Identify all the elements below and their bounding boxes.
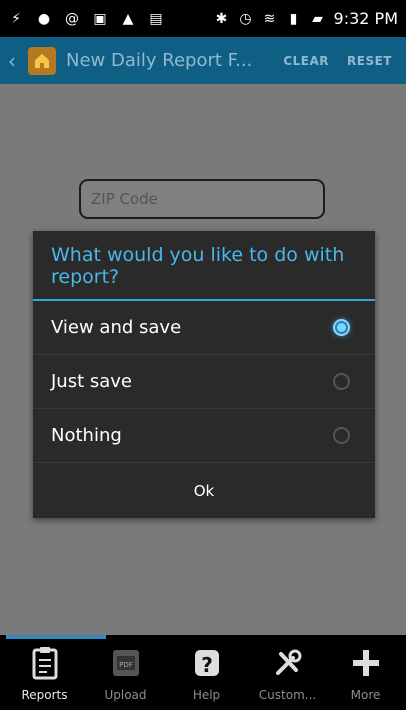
tab-label: Reports — [21, 688, 68, 702]
report-action-dialog: What would you like to do with report? V… — [33, 231, 375, 518]
tab-label: More — [350, 688, 381, 702]
tab-label: Help — [192, 688, 221, 702]
battery-icon: ▰ — [312, 10, 323, 27]
house-icon — [35, 53, 49, 68]
bottom-tab-bar: Reports PDF Upload ? Help Custom... More — [0, 635, 406, 710]
active-tab-indicator — [6, 635, 106, 639]
warning-icon: ▲ — [122, 10, 134, 27]
tools-icon — [271, 646, 305, 680]
ok-button[interactable]: Ok — [33, 463, 375, 518]
app-bar: ‹ New Daily Report F... CLEAR RESET — [0, 37, 406, 84]
usb-icon: ⚡ — [11, 10, 21, 27]
tab-upload[interactable]: PDF Upload — [85, 640, 166, 710]
svg-text:?: ? — [201, 653, 213, 677]
status-right: ✱ ◷ ≋ ▮ ▰ 9:32 PM — [214, 9, 398, 28]
option-nothing[interactable]: Nothing — [33, 409, 375, 463]
option-label: Just save — [51, 371, 133, 392]
option-just-save[interactable]: Just save — [33, 355, 375, 409]
at-icon: @ — [65, 10, 79, 27]
status-left: ⚡ ● @ ▣ ▲ ▤ — [8, 11, 164, 27]
tab-more[interactable]: More — [325, 640, 406, 710]
tab-label: Custom... — [258, 688, 317, 702]
screen-title: New Daily Report F... — [66, 50, 253, 71]
tab-reports[interactable]: Reports — [4, 640, 85, 710]
tab-help[interactable]: ? Help — [166, 640, 247, 710]
status-time: 9:32 PM — [333, 9, 398, 28]
plus-icon — [349, 646, 383, 680]
signal-icon: ▮ — [289, 10, 298, 27]
dialog-title: What would you like to do with report? — [51, 244, 345, 288]
option-label: Nothing — [51, 425, 122, 446]
radio-unselected-icon[interactable] — [333, 373, 350, 390]
back-chevron-icon[interactable]: ‹ — [8, 49, 20, 73]
bluetooth-icon: ✱ — [215, 10, 228, 27]
radio-selected-icon[interactable] — [333, 319, 350, 336]
alarm-icon: ◷ — [239, 10, 252, 27]
zip-code-input[interactable]: ZIP Code — [79, 179, 325, 219]
option-view-and-save[interactable]: View and save — [33, 301, 375, 355]
help-icon: ? — [190, 646, 224, 680]
radio-unselected-icon[interactable] — [333, 427, 350, 444]
clipboard-icon — [28, 646, 62, 680]
status-bar: ⚡ ● @ ▣ ▲ ▤ ✱ ◷ ≋ ▮ ▰ 9:32 PM — [0, 0, 406, 37]
pdf-icon: PDF — [109, 646, 143, 680]
wifi-icon: ≋ — [263, 10, 276, 27]
image-icon: ▣ — [93, 10, 107, 27]
clear-button[interactable]: CLEAR — [283, 54, 329, 68]
tab-label: Upload — [104, 688, 147, 702]
tab-custom[interactable]: Custom... — [247, 640, 328, 710]
svg-text:PDF: PDF — [119, 661, 133, 669]
reset-button[interactable]: RESET — [347, 54, 392, 68]
app-logo-icon[interactable] — [28, 46, 56, 75]
option-label: View and save — [51, 317, 182, 338]
chat-icon: ● — [37, 10, 51, 27]
photo-icon: ▤ — [149, 10, 163, 27]
